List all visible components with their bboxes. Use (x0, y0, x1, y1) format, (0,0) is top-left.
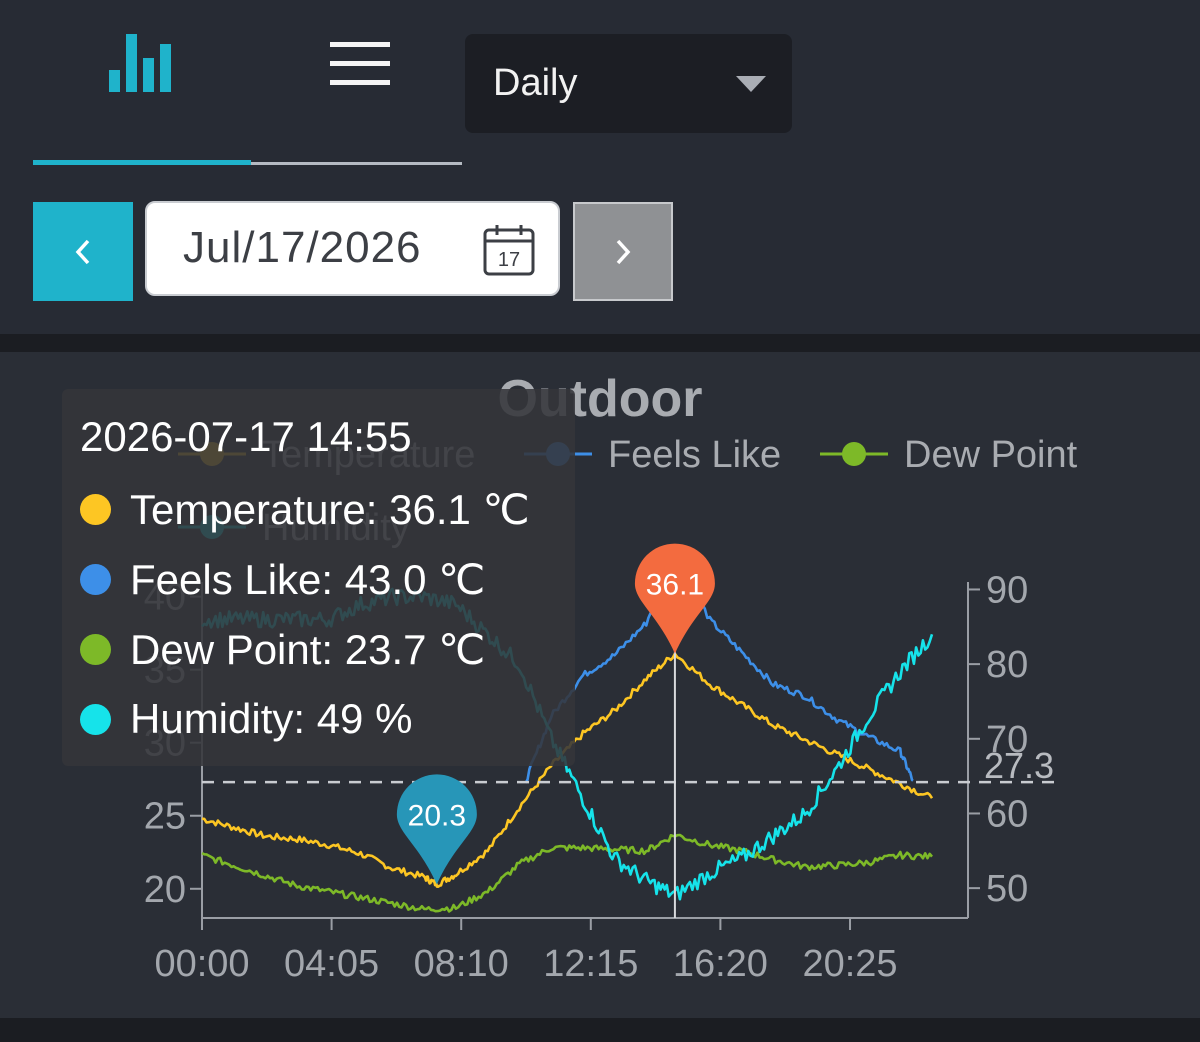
chevron-down-icon (736, 76, 766, 92)
menu-icon (330, 42, 390, 85)
x-tick-label: 16:20 (673, 943, 768, 985)
tooltip-label: Humidity: 49 % (130, 695, 413, 742)
series-line-dew-point (201, 833, 933, 913)
date-picker-field[interactable]: Jul/17/2026 17 (145, 201, 560, 296)
y-right-tick-label: 90 (986, 569, 1028, 611)
calendar-icon[interactable]: 17 (482, 223, 536, 277)
tooltip-label: Dew Point: 23.7 ℃ (130, 626, 486, 673)
tooltip-label: Feels Like: 43.0 ℃ (130, 556, 486, 603)
x-tick-label: 00:00 (154, 943, 249, 985)
tab-indicator-inactive (251, 162, 462, 165)
chevron-right-icon (616, 239, 631, 264)
legend-swatch-dot (842, 442, 866, 466)
period-select-value: Daily (493, 62, 578, 104)
period-select[interactable]: Daily (465, 34, 792, 133)
bottom-bar (0, 1018, 1200, 1042)
tab-list[interactable] (251, 20, 469, 160)
legend-item-dew-point: Dew Point (904, 434, 1078, 476)
tooltip-time: 2026-07-17 14:55 (80, 413, 412, 460)
series-line-feels-like (524, 554, 914, 784)
tab-chart[interactable] (33, 20, 251, 160)
x-tick-label: 04:05 (284, 943, 379, 985)
section-divider (0, 334, 1200, 352)
tooltip-dot (80, 494, 111, 525)
tooltip-row-humidity: Humidity: 49 % (80, 695, 412, 743)
legend-item-feels-like: Feels Like (608, 434, 781, 476)
tooltip-label: Temperature: 36.1 ℃ (130, 486, 530, 533)
min-marker-label: 20.3 (408, 799, 466, 832)
tooltip-dot (80, 634, 111, 665)
date-value: Jul/17/2026 (183, 223, 422, 272)
next-date-button[interactable] (573, 202, 673, 301)
y-left-tick-label: 25 (144, 796, 186, 838)
y-right-tick-label: 50 (986, 868, 1028, 910)
y-left-tick-label: 20 (144, 869, 186, 911)
x-tick-label: 12:15 (543, 943, 638, 985)
mean-line-label: 27.3 (984, 745, 1054, 786)
prev-date-button[interactable] (33, 202, 133, 301)
tooltip-row-temperature: Temperature: 36.1 ℃ (80, 485, 530, 534)
chevron-left-icon (75, 239, 90, 264)
chart-tooltip: 2026-07-17 14:55 Temperature: 36.1 ℃ Fee… (62, 389, 575, 766)
x-tick-label: 20:25 (802, 943, 897, 985)
y-right-tick-label: 80 (986, 644, 1028, 686)
x-tick-label: 08:10 (414, 943, 509, 985)
calendar-day: 17 (498, 249, 520, 271)
y-right-tick-label: 60 (986, 793, 1028, 835)
tooltip-dot (80, 703, 111, 735)
tooltip-row-dew-point: Dew Point: 23.7 ℃ (80, 625, 485, 674)
tab-indicator-active (33, 160, 251, 165)
tooltip-dot (80, 564, 111, 595)
max-marker-label: 36.1 (646, 569, 704, 602)
bar-chart-icon (109, 34, 171, 92)
tooltip-row-feels-like: Feels Like: 43.0 ℃ (80, 555, 485, 604)
